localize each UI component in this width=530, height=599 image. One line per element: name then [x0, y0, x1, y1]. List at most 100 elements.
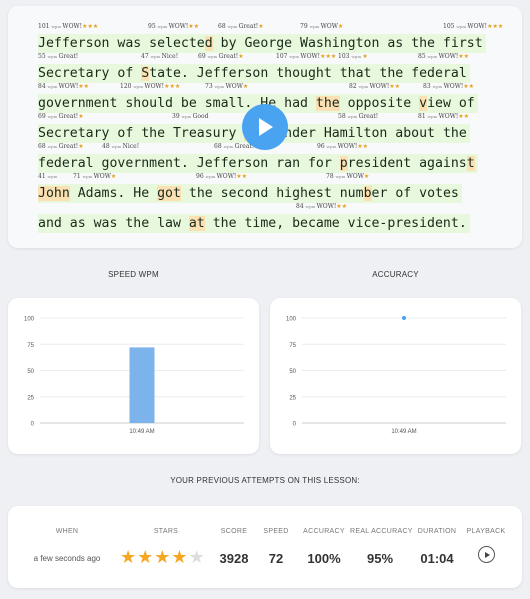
- typed-text: Secretary of State. Jefferson thought th…: [38, 64, 470, 83]
- typed-segment: opposite: [339, 96, 420, 111]
- accuracy-y-tick-label: 25: [289, 395, 296, 401]
- col-when: WHEN: [55, 528, 79, 535]
- wpm-marker: 48 wpm Nice!: [102, 143, 140, 150]
- play-icon: [259, 118, 273, 136]
- star-icon: ★★: [357, 143, 369, 150]
- accuracy-y-tick-label: 50: [289, 369, 296, 375]
- star-empty-icon: ★: [188, 547, 205, 567]
- typed-segment: Jefferson was selecte: [38, 36, 205, 51]
- speed-chart-card: 0 25 50 75 100 10:49 AM: [8, 298, 259, 454]
- slow-keystroke-highlight: b: [363, 186, 372, 201]
- star-filled-icon: ★: [120, 547, 137, 567]
- star-icon: ★: [363, 173, 370, 180]
- wpm-marker: 84 wpm WOW!★★: [296, 203, 348, 210]
- wpm-marker: 41 wpm: [38, 173, 58, 180]
- star-icon: ★: [238, 53, 244, 60]
- star-icon: ★★: [458, 113, 470, 120]
- speed-section-title: SPEED WPM: [108, 270, 159, 279]
- star-icon: ★: [337, 23, 344, 30]
- star-icon: ★★: [389, 83, 401, 90]
- star-icon: ★★: [336, 203, 348, 210]
- typed-segment: exander Hamilton about the: [260, 126, 467, 141]
- accuracy-y-tick-label: 100: [286, 317, 297, 323]
- wpm-marker: 79 wpm WOW★: [300, 23, 344, 30]
- wpm-marker: 78 wpm WOW★: [326, 173, 370, 180]
- accuracy-y-tick-label: 75: [289, 343, 296, 349]
- typed-text: John Adams. He got the second highest nu…: [38, 184, 462, 203]
- playback-button[interactable]: [478, 546, 495, 563]
- star-icon: ★★: [458, 53, 470, 60]
- typed-segment: Secretary of: [38, 66, 142, 81]
- col-duration: DURATION: [417, 528, 457, 535]
- accuracy-point: [402, 316, 406, 320]
- wpm-marker: 68 wpm Great!★: [218, 23, 264, 30]
- star-filled-icon: ★: [171, 547, 188, 567]
- wpm-marker: 83 wpm WOW!★★: [423, 83, 475, 90]
- wpm-marker: 69 wpm Great!★: [198, 53, 244, 60]
- slow-keystroke-highlight: got: [157, 186, 181, 201]
- accuracy-section-title: ACCURACY: [372, 270, 419, 279]
- wpm-marker: 96 wpm WOW!★★: [196, 173, 248, 180]
- col-stars: STARS: [153, 528, 179, 535]
- attempt-speed: 72: [268, 551, 284, 566]
- attempts-heading: YOUR PREVIOUS ATTEMPTS ON THIS LESSON:: [170, 476, 360, 485]
- wpm-marker: 82 wpm WOW!★★: [349, 83, 401, 90]
- slow-keystroke-highlight: v: [419, 96, 428, 111]
- accuracy-x-tick-label: 10:49 AM: [391, 429, 416, 435]
- star-filled-icon: ★: [137, 547, 154, 567]
- slow-keystroke-highlight: S: [141, 66, 150, 81]
- typed-text: and as was the law at the time, became v…: [38, 214, 470, 233]
- speed-x-tick-label: 10:49 AM: [129, 429, 154, 435]
- wpm-marker: 103 wpm ★: [338, 53, 368, 60]
- typed-text: federal government. Jefferson ran for pr…: [38, 154, 478, 173]
- speed-y-tick-label: 75: [27, 343, 34, 349]
- star-icon: ★★: [236, 173, 248, 180]
- wpm-marker: 69 wpm Great!★: [38, 113, 84, 120]
- slow-keystroke-highlight: John: [38, 186, 70, 201]
- speed-y-tick-label: 100: [24, 317, 35, 323]
- speed-chart: 0 25 50 75 100 10:49 AM: [24, 317, 244, 435]
- accuracy-chart-card: 0 25 50 75 100 10:49 AM: [270, 298, 521, 454]
- slow-keystroke-highlight: d: [204, 36, 213, 51]
- star-icon: ★★★: [164, 83, 181, 90]
- slow-keystroke-highlight: t: [466, 156, 475, 171]
- wpm-marker: 101 wpm WOW!★★★: [38, 23, 99, 30]
- wpm-marker: 95 wpm WOW!★★: [148, 23, 200, 30]
- play-button[interactable]: [242, 104, 288, 150]
- typed-segment: the time, became vice-president.: [204, 216, 467, 231]
- speed-y-tick-label: 0: [31, 422, 35, 428]
- attempt-score: 3928: [219, 551, 249, 566]
- star-icon: ★★★: [320, 53, 337, 60]
- slow-keystroke-highlight: the: [315, 96, 340, 111]
- typed-segment: Adams. He: [69, 186, 158, 201]
- accuracy-chart: 0 25 50 75 100 10:49 AM: [286, 316, 506, 435]
- typed-segment: tate. Jefferson thought that the federal: [149, 66, 467, 81]
- typed-segment: Secretary of the Treasury: [38, 126, 245, 141]
- typed-segment: iew of: [427, 96, 475, 111]
- wpm-marker: 81 wpm WOW!★★: [418, 113, 470, 120]
- speed-y-tick-label: 25: [27, 395, 34, 401]
- typed-segment: and as was the law: [38, 216, 189, 231]
- star-icon: ★★: [188, 23, 200, 30]
- typed-segment: by George Washington as the first: [212, 36, 483, 51]
- typing-replay-panel: 101 wpm WOW!★★★ 95 wpm WOW!★★ 68 wpm Great…: [8, 6, 522, 248]
- star-icon: ★: [78, 143, 84, 150]
- star-icon: ★: [258, 23, 264, 30]
- speed-y-tick-label: 50: [27, 369, 34, 375]
- star-icon: ★: [78, 113, 84, 120]
- attempt-when: a few seconds ago: [33, 554, 101, 563]
- wpm-marker: 107 wpm WOW!★★★: [276, 53, 337, 60]
- star-icon: ★★: [78, 83, 90, 90]
- wpm-marker: 105 wpm WOW!★★★: [443, 23, 504, 30]
- col-accuracy: ACCURACY: [303, 528, 345, 535]
- attempt-real-accuracy: 95%: [366, 551, 394, 566]
- attempts-table: WHEN STARS SCORE SPEED ACCURACY REAL ACC…: [8, 506, 522, 588]
- star-icon: ★★: [463, 83, 475, 90]
- speed-bar: [129, 347, 155, 423]
- wpm-marker: 85 wpm WOW!★★: [418, 53, 470, 60]
- slow-keystroke-highlight: at: [188, 216, 205, 231]
- star-icon: ★: [110, 173, 117, 180]
- typed-segment: the second highest num: [180, 186, 364, 201]
- star-icon: ★: [362, 53, 368, 60]
- accuracy-y-tick-label: 0: [293, 422, 297, 428]
